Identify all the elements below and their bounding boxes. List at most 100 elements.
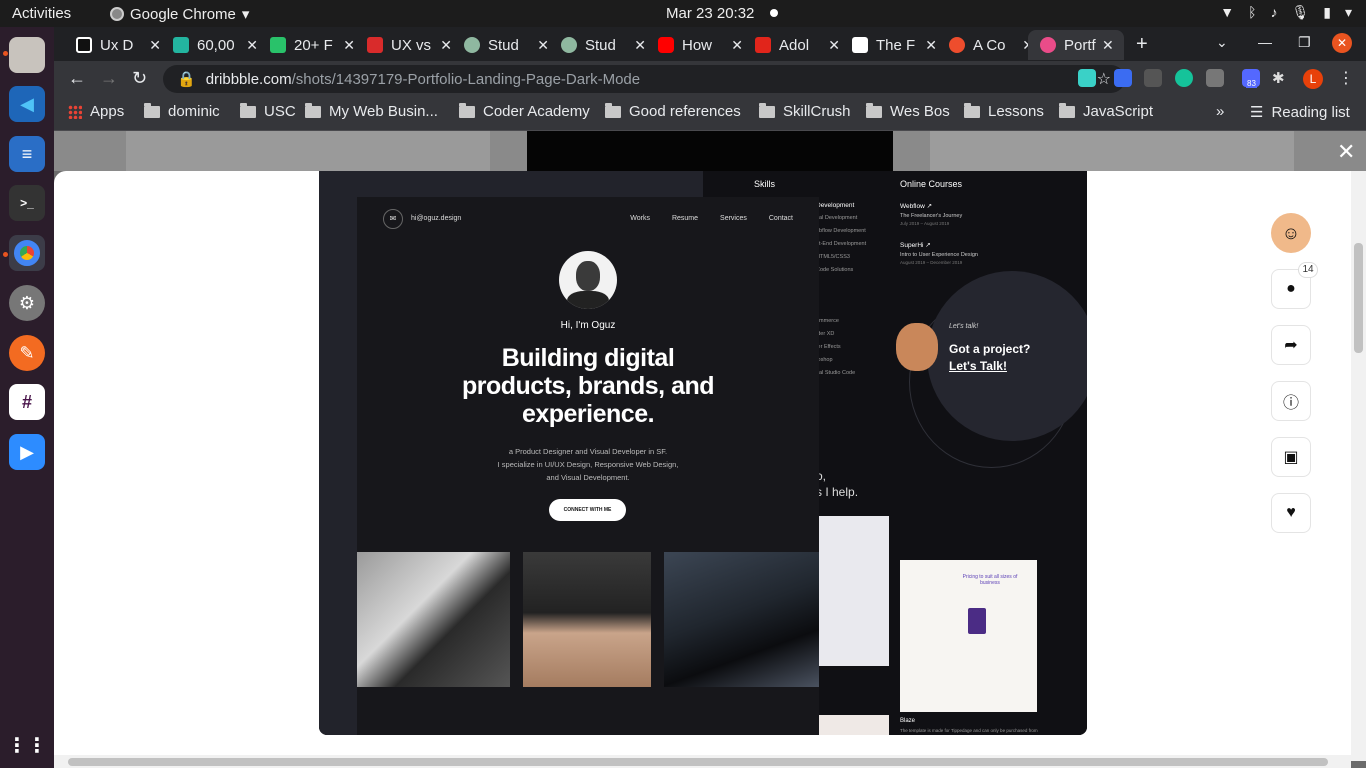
bookmark-folder[interactable]: JavaScript: [1059, 102, 1153, 120]
bookmark-folder[interactable]: Wes Bos: [866, 102, 950, 120]
postman-icon[interactable]: ✎: [9, 335, 45, 371]
extension-icon[interactable]: [1144, 69, 1162, 87]
close-tab-icon[interactable]: ✕: [1102, 37, 1114, 54]
profile-photo: [559, 251, 617, 309]
grammarly-icon[interactable]: [1175, 69, 1193, 87]
extension-icon[interactable]: [1206, 69, 1224, 87]
clock[interactable]: Mar 23 20:32: [666, 5, 779, 22]
zoom-icon[interactable]: ▶: [9, 434, 45, 470]
reload-button[interactable]: ↻: [132, 68, 147, 89]
address-bar[interactable]: 🔒 dribbble.com/shots/14397179-Portfolio-…: [163, 65, 1125, 93]
url-host: dribbble.com: [205, 70, 292, 88]
talk-link[interactable]: Let's Talk!: [949, 358, 1030, 375]
minimize-button[interactable]: —: [1258, 34, 1272, 50]
activities-button[interactable]: Activities: [12, 5, 71, 22]
hero-intro: a Product Designer and Visual Developer …: [477, 445, 699, 484]
scroll-thumb[interactable]: [68, 758, 1328, 766]
vertical-scrollbar[interactable]: [1351, 171, 1366, 761]
forward-button[interactable]: →: [100, 68, 118, 89]
browser-window: Ux D ✕ 60,00 ✕ 20+ F ✕ UX vs ✕ Stud ✕ Stud ✕ H…: [54, 27, 1366, 131]
bookmark-folder[interactable]: Lessons: [964, 102, 1044, 120]
extension-icon[interactable]: 83: [1242, 69, 1260, 88]
bookmark-folder[interactable]: dominic: [144, 102, 220, 120]
designer-avatar[interactable]: ☺: [1271, 213, 1311, 253]
wifi-icon: ▼: [1220, 4, 1235, 20]
close-tab-icon[interactable]: ✕: [440, 37, 452, 54]
share-button[interactable]: ➦: [1271, 325, 1311, 365]
dock: ◀ ≡ >_ ⚙ ✎ # ▶ ⋮⋮: [0, 27, 54, 768]
back-button[interactable]: ←: [68, 68, 86, 89]
new-tab-button[interactable]: +: [1136, 33, 1148, 56]
save-to-collection-button[interactable]: ▣: [1271, 437, 1311, 477]
skill-item: HTML5/CSS3: [816, 254, 850, 260]
reading-list-button[interactable]: ☰ Reading list: [1250, 103, 1350, 122]
info-button[interactable]: ⓘ: [1271, 381, 1311, 421]
bookmark-folder[interactable]: Coder Academy: [459, 102, 590, 120]
tab[interactable]: Ux D ✕: [64, 30, 161, 60]
extension-icon[interactable]: [1078, 69, 1096, 87]
close-tab-icon[interactable]: ✕: [925, 37, 937, 54]
chrome-menu-icon[interactable]: ⋮: [1338, 68, 1354, 88]
maximize-button[interactable]: ❐: [1298, 34, 1311, 51]
tab-active[interactable]: Portf ✕: [1028, 30, 1124, 60]
folder-icon: [866, 102, 882, 118]
course-date: July 2019 – August 2019: [900, 221, 950, 226]
tab[interactable]: Stud ✕: [549, 30, 646, 60]
document-icon[interactable]: ≡: [9, 136, 45, 172]
intro-line: and Visual Development.: [546, 473, 630, 482]
close-tab-icon[interactable]: ✕: [246, 37, 258, 54]
close-window-button[interactable]: ✕: [1332, 33, 1352, 53]
bookmark-folder[interactable]: Good references: [605, 102, 741, 120]
close-tab-icon[interactable]: ✕: [537, 37, 549, 54]
slack-icon[interactable]: #: [9, 384, 45, 420]
tab[interactable]: UX vs ✕: [355, 30, 452, 60]
close-tab-icon[interactable]: ✕: [828, 37, 840, 54]
tab[interactable]: Stud ✕: [452, 30, 549, 60]
battery-icon: ▮: [1323, 4, 1331, 20]
memoji-avatar: [896, 323, 938, 371]
bookmark-folder[interactable]: My Web Busin...: [305, 102, 438, 120]
bookmark-label: Apps: [90, 103, 125, 120]
like-button[interactable]: ♥: [1271, 493, 1311, 533]
tab-title: 60,00: [197, 36, 235, 54]
color-picker-icon[interactable]: [1114, 69, 1132, 87]
workspace-photo: [523, 552, 651, 687]
close-tab-icon[interactable]: ✕: [634, 37, 646, 54]
close-tab-icon[interactable]: ✕: [149, 37, 161, 54]
background-page: [54, 131, 1366, 171]
close-tab-icon[interactable]: ✕: [731, 37, 743, 54]
bookmark-folder[interactable]: SkillCrush: [759, 102, 851, 120]
terminal-icon[interactable]: >_: [9, 185, 45, 221]
files-icon[interactable]: [9, 37, 45, 73]
close-tab-icon[interactable]: ✕: [343, 37, 355, 54]
tab[interactable]: 60,00 ✕: [161, 30, 258, 60]
bookmarks-overflow[interactable]: »: [1216, 103, 1224, 120]
tab[interactable]: The F ✕: [840, 30, 937, 60]
settings-icon[interactable]: ⚙: [9, 285, 45, 321]
nav-link: Contact: [768, 215, 793, 222]
horizontal-scrollbar[interactable]: [54, 755, 1351, 768]
tab-search-icon[interactable]: ⌄: [1216, 34, 1228, 51]
tab-title: Stud: [488, 36, 519, 54]
tab[interactable]: A Co✕: [937, 30, 1034, 60]
app-menu[interactable]: Google Chrome ▾: [110, 5, 249, 23]
scroll-thumb[interactable]: [1354, 243, 1363, 353]
skills-heading: Skills: [754, 179, 776, 189]
bookmark-apps[interactable]: Apps: [68, 103, 124, 120]
skill-item: ual Development: [816, 215, 858, 221]
bookmark-star-icon[interactable]: ☆: [1097, 69, 1111, 89]
tab[interactable]: Adol ✕: [743, 30, 840, 60]
tab[interactable]: How ✕: [646, 30, 743, 60]
url-path: /shots/14397179-Portfolio-Landing-Page-D…: [291, 70, 641, 88]
system-tray[interactable]: ▼ ᛒ ♪ 🎙 ▮ ▾: [1220, 4, 1352, 21]
extensions-puzzle-icon[interactable]: ✱: [1272, 69, 1290, 87]
tab[interactable]: 20+ F ✕: [258, 30, 355, 60]
comments-button[interactable]: ● 14: [1271, 262, 1318, 309]
profile-avatar[interactable]: L: [1303, 69, 1323, 89]
bookmark-folder[interactable]: USC: [240, 102, 296, 120]
show-apps-icon[interactable]: ⋮⋮: [7, 727, 47, 763]
card-visual: [968, 608, 986, 634]
vscode-icon[interactable]: ◀: [9, 86, 45, 122]
chrome-dock-icon[interactable]: [9, 235, 45, 271]
close-modal-icon[interactable]: ✕: [1337, 139, 1355, 165]
